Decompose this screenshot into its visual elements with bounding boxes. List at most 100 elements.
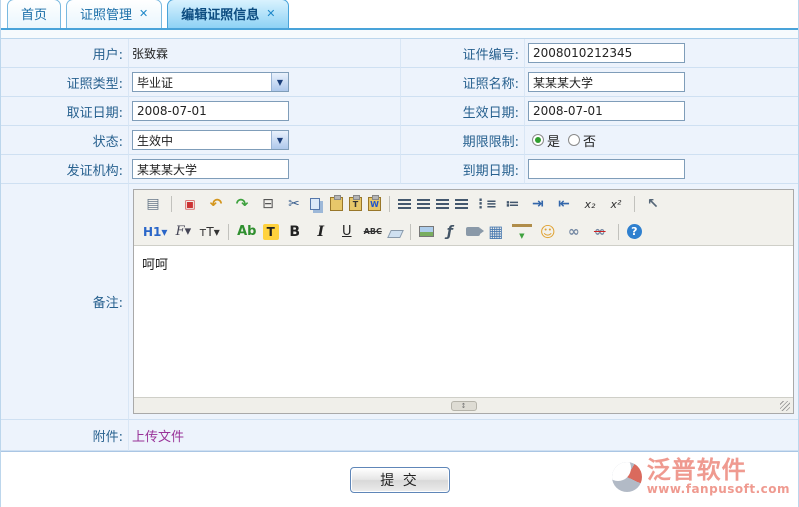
- editor-statusbar: ↕: [134, 397, 793, 413]
- editor-toolbar-row1: ▤ ▣ ↶ ↷ ⊟ ✂ TW ⋮≡ ≔ ⇥ ⇤ x₂ x² ↖: [134, 190, 793, 218]
- editor-content[interactable]: 呵呵: [134, 246, 793, 397]
- font-size-icon[interactable]: тT▾: [199, 222, 219, 242]
- obtain-date-label: 取证日期:: [1, 97, 129, 126]
- term-limit-radio-no-label[interactable]: 否: [583, 131, 596, 150]
- certificate-type-selected: 毕业证: [133, 74, 271, 91]
- redo-icon[interactable]: ↷: [232, 194, 252, 214]
- undo-icon[interactable]: ↶: [206, 194, 226, 214]
- tab-edit-certificate-info[interactable]: 编辑证照信息 ✕: [167, 0, 289, 28]
- term-limit-label: 期限限制:: [401, 126, 525, 155]
- toolbar-separator: [618, 224, 619, 240]
- footer: 提 交 泛普软件 www.fanpusoft.com: [1, 452, 798, 506]
- tab-certificate-management-label: 证照管理: [80, 4, 132, 23]
- toolbar-separator: [389, 196, 390, 212]
- toolbar-separator: [228, 224, 229, 240]
- tab-home-label: 首页: [21, 4, 47, 23]
- print-icon[interactable]: ⊟: [258, 194, 278, 214]
- rich-text-editor: ▤▣↶↷⊟✂TW⋮≡≔⇥⇤x₂x²↖ H1▾F▾тT▾AbTBIUABCƒ▦▼☺…: [133, 189, 794, 414]
- certificate-name-label: 证照名称:: [401, 68, 525, 97]
- paste-text-icon[interactable]: T: [349, 197, 362, 211]
- emoticon-icon[interactable]: ☺: [538, 222, 558, 242]
- page: 首页 证照管理 ✕ 编辑证照信息 ✕ 用户: 张致霖 证件编号: 证照类型: 毕…: [0, 0, 799, 507]
- align-left-icon[interactable]: [398, 199, 411, 210]
- source-icon[interactable]: ▤: [143, 194, 163, 214]
- term-limit-radio-no[interactable]: [568, 134, 580, 146]
- effective-date-input[interactable]: [528, 101, 685, 121]
- outdent-icon[interactable]: ⇤: [554, 194, 574, 214]
- strikethrough-icon[interactable]: ABC: [363, 222, 383, 242]
- help-icon[interactable]: ?: [627, 224, 642, 239]
- close-icon[interactable]: ✕: [266, 7, 275, 20]
- indent-icon[interactable]: ⇥: [528, 194, 548, 214]
- issuing-agency-input[interactable]: [132, 159, 289, 179]
- vendor-url: www.fanpusoft.com: [647, 482, 790, 496]
- underline-icon[interactable]: U: [337, 222, 357, 242]
- submit-button[interactable]: 提 交: [350, 467, 450, 493]
- subscript-icon[interactable]: x₂: [580, 194, 600, 214]
- user-value: 张致霖: [129, 39, 401, 68]
- copy-icon[interactable]: [310, 198, 320, 210]
- term-limit-radio-yes[interactable]: [532, 134, 544, 146]
- chevron-down-icon[interactable]: ▼: [271, 73, 288, 91]
- insert-video-icon[interactable]: [466, 227, 480, 236]
- effective-date-label: 生效日期:: [401, 97, 525, 126]
- insert-table-icon[interactable]: ▦: [486, 222, 506, 242]
- tab-bar: 首页 证照管理 ✕ 编辑证照信息 ✕: [1, 0, 798, 30]
- status-select[interactable]: 生效中 ▼: [132, 130, 289, 150]
- certificate-type-select[interactable]: 毕业证 ▼: [132, 72, 289, 92]
- editor-toolbar-row2: H1▾ F▾ тT▾ Ab TBIU ABC ƒ ▦ ▼ ☺ ∞ ∞?: [134, 218, 793, 246]
- ordered-list-icon[interactable]: ⋮≡: [474, 194, 496, 214]
- unlink-icon[interactable]: ∞: [590, 222, 610, 242]
- insert-flash-icon[interactable]: ƒ: [440, 222, 460, 242]
- font-family-icon[interactable]: F▾: [173, 222, 193, 242]
- toolbar-separator: [171, 196, 172, 212]
- attachment-label: 附件:: [1, 420, 129, 451]
- paste-word-icon[interactable]: W: [368, 197, 381, 211]
- remark-label: 备注:: [1, 184, 129, 420]
- unordered-list-icon[interactable]: ≔: [502, 194, 522, 214]
- font-color-icon[interactable]: Ab: [237, 222, 257, 242]
- toolbar-separator: [634, 196, 635, 212]
- certificate-type-label: 证照类型:: [1, 68, 129, 97]
- certificate-name-input[interactable]: [528, 72, 685, 92]
- expiry-date-label: 到期日期:: [401, 155, 525, 184]
- remove-format-icon[interactable]: [387, 230, 404, 238]
- editor-corner-resize-icon[interactable]: [780, 401, 790, 411]
- vendor-name: 泛普软件: [647, 458, 790, 482]
- upload-file-link[interactable]: 上传文件: [132, 426, 184, 445]
- highlight-color-icon[interactable]: T: [263, 224, 279, 240]
- editor-resize-handle-icon[interactable]: ↕: [451, 401, 477, 411]
- expiry-date-input[interactable]: [528, 159, 685, 179]
- obtain-date-input[interactable]: [132, 101, 289, 121]
- italic-icon[interactable]: I: [311, 222, 331, 242]
- horizontal-rule-icon[interactable]: ▼: [512, 224, 532, 244]
- issuing-agency-label: 发证机构:: [1, 155, 129, 184]
- align-center-icon[interactable]: [417, 199, 430, 210]
- superscript-icon[interactable]: x²: [606, 194, 626, 214]
- chevron-down-icon[interactable]: ▼: [271, 131, 288, 149]
- tab-home[interactable]: 首页: [7, 0, 61, 28]
- paste-icon[interactable]: [330, 197, 343, 211]
- insert-image-icon[interactable]: [419, 226, 434, 237]
- heading-icon[interactable]: H1▾: [143, 222, 167, 242]
- align-right-icon[interactable]: [436, 199, 449, 210]
- fanpu-logo-icon: [612, 462, 642, 492]
- certificate-form: 用户: 张致霖 证件编号: 证照类型: 毕业证 ▼ 证照名称: 取证日期: 生效…: [1, 39, 798, 452]
- certificate-number-label: 证件编号:: [401, 39, 525, 68]
- align-justify-icon[interactable]: [455, 199, 468, 210]
- user-label: 用户:: [1, 39, 129, 68]
- vendor-logo: 泛普软件 www.fanpusoft.com: [612, 458, 790, 496]
- close-icon[interactable]: ✕: [139, 7, 148, 20]
- tab-edit-certificate-info-label: 编辑证照信息: [181, 4, 259, 23]
- toolbar-separator: [410, 224, 411, 240]
- fullscreen-icon[interactable]: ▣: [180, 194, 200, 214]
- certificate-number-input[interactable]: [528, 43, 685, 63]
- status-selected: 生效中: [133, 132, 271, 149]
- tab-certificate-management[interactable]: 证照管理 ✕: [66, 0, 162, 28]
- link-icon[interactable]: ∞: [564, 222, 584, 242]
- term-limit-radio-yes-label[interactable]: 是: [547, 131, 560, 150]
- select-cursor-icon[interactable]: ↖: [643, 194, 663, 214]
- bold-icon[interactable]: B: [285, 222, 305, 242]
- cut-icon[interactable]: ✂: [284, 194, 304, 214]
- tab-substrip: [1, 30, 798, 39]
